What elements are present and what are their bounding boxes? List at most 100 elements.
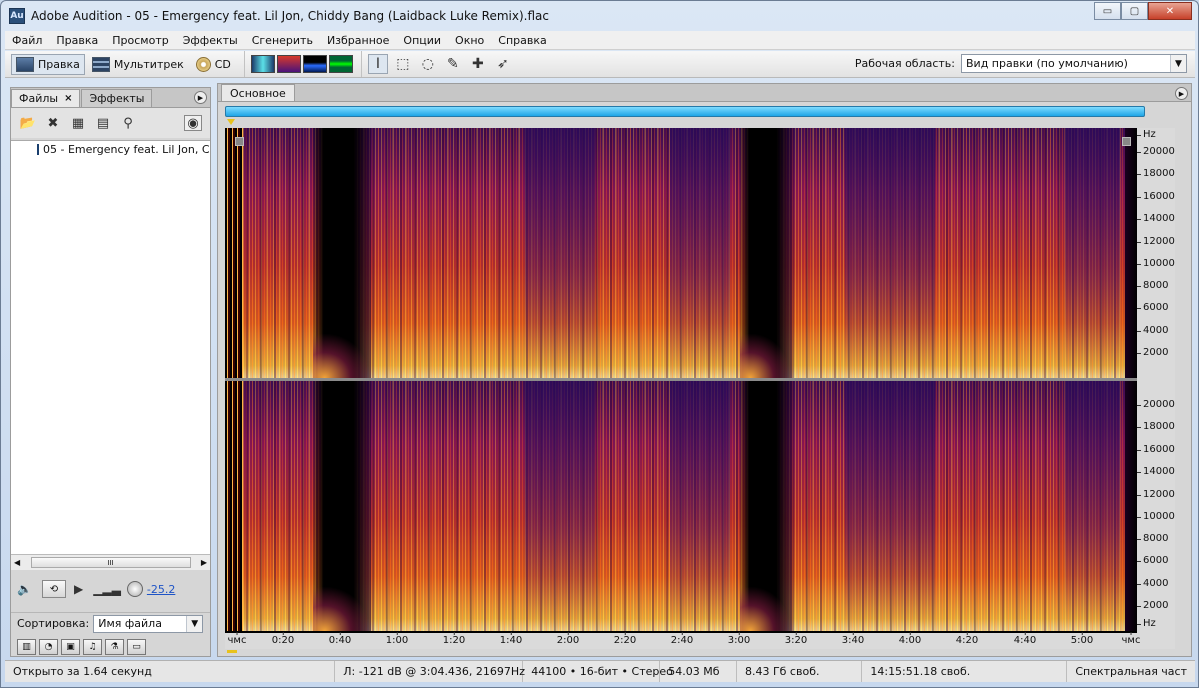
time-tick-label: 3:40 <box>841 632 865 646</box>
marquee-tool-icon[interactable]: ⬚ <box>393 54 413 74</box>
time-tick-label: 3:00 <box>727 632 751 646</box>
maximize-button[interactable]: ▢ <box>1121 2 1148 20</box>
spectrogram-left-edge <box>225 381 243 631</box>
file-list-horizontal-scrollbar[interactable]: ◀ III ▶ <box>11 554 210 570</box>
window-controls: ▭ ▢ ✕ <box>1094 2 1192 20</box>
menu-effects[interactable]: Эффекты <box>176 34 245 47</box>
menu-favorites[interactable]: Избранное <box>320 34 396 47</box>
filter-midi-icon[interactable]: ♫ <box>83 639 102 655</box>
list-item[interactable]: 05 - Emergency feat. Lil Jon, Chiddy Ban… <box>11 141 210 158</box>
spectral-display[interactable] <box>225 128 1137 633</box>
close-icon[interactable]: × <box>64 93 72 104</box>
view-mode-group: Правка Мультитрек CD <box>5 51 245 77</box>
close-file-icon[interactable]: ✖ <box>44 115 62 131</box>
menu-view[interactable]: Просмотр <box>105 34 175 47</box>
time-ruler[interactable]: чмс 0:20 0:40 1:00 1:20 1:40 2:00 2:20 2… <box>225 632 1175 649</box>
filter-funnel-icon[interactable]: ⚗ <box>105 639 124 655</box>
filter-audio-icon[interactable]: ▥ <box>17 639 36 655</box>
hz-tick-label: 4000 <box>1136 325 1169 336</box>
file-list: 05 - Emergency feat. Lil Jon, Chiddy Ban… <box>11 140 210 554</box>
status-cursor-info: Л: -121 dB @ 3:04.436, 21697Hz <box>335 661 525 682</box>
tab-files-label: Файлы <box>19 92 59 105</box>
spectrogram-silence-gap <box>313 381 371 631</box>
hz-tick-label: 2000 <box>1136 600 1169 611</box>
tab-main[interactable]: Основное <box>221 84 295 101</box>
hz-tick-label: 2000 <box>1136 347 1169 358</box>
edit-view-button[interactable]: Правка <box>11 53 85 75</box>
right-channel-spectrogram[interactable] <box>225 381 1137 631</box>
status-disk-free: 8.43 Гб своб. <box>737 661 863 682</box>
hz-tick-label: 6000 <box>1136 302 1169 313</box>
menu-window[interactable]: Окно <box>448 34 491 47</box>
menu-options[interactable]: Опции <box>396 34 448 47</box>
brush-tool-icon[interactable]: ✎ <box>443 54 463 74</box>
frequency-ruler[interactable]: Hz 20000 18000 16000 14000 12000 10000 8… <box>1136 128 1175 633</box>
sort-dropdown[interactable]: Имя файла ▼ <box>93 614 204 633</box>
time-tick-label: 1:40 <box>499 632 523 646</box>
filter-cd-icon[interactable]: ▭ <box>127 639 146 655</box>
sort-row: Сортировка: Имя файла ▼ <box>11 612 210 634</box>
status-time-free: 14:15:51.18 своб. <box>862 661 1068 682</box>
waveform-display-button[interactable] <box>250 55 275 73</box>
left-channel-spectrogram[interactable] <box>225 128 1137 378</box>
right-resize-handle[interactable] <box>1122 137 1131 146</box>
multitrack-view-label: Мультитрек <box>113 57 184 71</box>
panel-menu-icon[interactable]: ▶ <box>1175 87 1188 100</box>
status-open-time: Открыто за 1.64 секунд <box>5 661 336 682</box>
panel-menu-icon[interactable]: ▶ <box>194 91 207 104</box>
spectrogram-right-edge <box>1125 128 1137 378</box>
filter-video-icon[interactable]: ▣ <box>61 639 80 655</box>
multitrack-view-button[interactable]: Мультитрек <box>87 54 189 75</box>
show-file-details-icon[interactable]: ◉ <box>184 115 202 131</box>
speaker-icon[interactable]: 🔈 <box>17 582 32 596</box>
tools-group: Ⅰ ⬚ ◌ ✎ ✚ ➶ <box>362 51 524 77</box>
time-tick-label: 1:00 <box>385 632 409 646</box>
scroll-left-icon[interactable]: ◀ <box>14 558 20 567</box>
volume-knob[interactable] <box>126 581 143 597</box>
spectral-phase-display-button[interactable] <box>328 55 353 73</box>
play-preview-icon[interactable]: ▶ <box>74 582 83 596</box>
spectral-pan-display-button[interactable] <box>302 55 327 73</box>
time-selection-tool-icon[interactable]: Ⅰ <box>367 54 388 74</box>
scrollbar-thumb[interactable]: III <box>30 557 191 568</box>
menu-help[interactable]: Справка <box>491 34 553 47</box>
left-resize-handle[interactable] <box>235 137 244 146</box>
open-file-icon[interactable]: 📂 <box>19 115 37 131</box>
scroll-right-icon[interactable]: ▶ <box>201 558 207 567</box>
minimize-button[interactable]: ▭ <box>1094 2 1121 20</box>
volume-value[interactable]: -25.2 <box>147 583 175 596</box>
spectrogram-purple-band <box>525 381 595 631</box>
spectrogram-purple-band <box>1065 381 1120 631</box>
tab-files[interactable]: Файлы × <box>11 89 81 107</box>
menu-file[interactable]: Файл <box>5 34 49 47</box>
workspace-selector: Рабочая область: Вид правки (по умолчани… <box>855 54 1187 73</box>
selection-marker[interactable] <box>227 650 237 653</box>
filter-loop-icon[interactable]: ◔ <box>39 639 58 655</box>
overview-bar[interactable] <box>225 106 1145 117</box>
spectrogram-silence-gap <box>740 128 792 378</box>
time-tick-label: 2:20 <box>613 632 637 646</box>
scrub-tool-icon[interactable]: ➶ <box>493 54 513 74</box>
editor-tabs: Основное ▶ <box>218 84 1191 102</box>
spectral-frequency-display-button[interactable] <box>276 55 301 73</box>
insert-into-multitrack-icon[interactable]: ▤ <box>94 115 112 131</box>
spot-healing-tool-icon[interactable]: ✚ <box>468 54 488 74</box>
hz-tick-label: 8000 <box>1136 533 1169 544</box>
display-mode-group <box>245 51 362 77</box>
cd-icon <box>195 56 211 72</box>
file-filter-buttons: ▥ ◔ ▣ ♫ ⚗ ▭ <box>11 637 210 657</box>
time-tick-label: 2:40 <box>670 632 694 646</box>
loop-toggle-button[interactable]: ⟲ <box>41 580 66 598</box>
close-button[interactable]: ✕ <box>1148 2 1192 20</box>
playhead-marker-icon[interactable] <box>227 119 235 125</box>
cd-view-button[interactable]: CD <box>191 54 236 75</box>
menu-generate[interactable]: Сгенерить <box>245 34 320 47</box>
tab-effects[interactable]: Эффекты <box>81 89 153 107</box>
lasso-tool-icon[interactable]: ◌ <box>418 54 438 74</box>
time-unit-label: чмс <box>227 632 247 646</box>
edit-file-icon[interactable]: ⚲ <box>119 115 137 131</box>
workspace-dropdown[interactable]: Вид правки (по умолчанию) ▼ <box>961 54 1187 73</box>
app-window: Au Adobe Audition - 05 - Emergency feat.… <box>0 0 1199 688</box>
import-file-icon[interactable]: ▦ <box>69 115 87 131</box>
menu-edit[interactable]: Правка <box>49 34 105 47</box>
